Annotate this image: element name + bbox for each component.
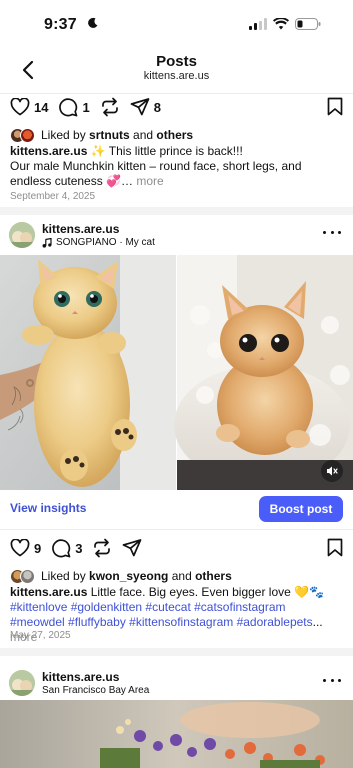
page-title: Posts (156, 53, 197, 70)
status-icons (249, 18, 321, 30)
avatar (20, 127, 35, 143)
cellular-signal-icon (249, 18, 267, 30)
moon-icon (88, 17, 98, 28)
post-audio[interactable]: SONGPIANO · My cat (42, 237, 155, 248)
posts-header: Posts kittens.are.us (0, 48, 353, 94)
liked-by-user[interactable]: srtnuts (89, 128, 130, 142)
post2-date: May 27, 2025 (10, 630, 71, 641)
post-divider (0, 207, 353, 215)
post2-media[interactable] (0, 255, 353, 490)
repost-button[interactable] (100, 97, 120, 117)
more-options-button[interactable] (323, 226, 341, 238)
liked-by-text: Liked by srtnuts and others (41, 128, 194, 142)
like-count: 14 (34, 99, 49, 115)
post-username[interactable]: kittens.are.us (42, 222, 119, 236)
mute-button[interactable] (321, 460, 343, 482)
avatar[interactable] (9, 670, 35, 696)
status-bar: 9:37 (0, 0, 353, 44)
repost-icon (94, 538, 111, 558)
comment-icon (59, 98, 78, 117)
share-count: 8 (153, 99, 161, 115)
status-time: 9:37 (44, 16, 77, 33)
avatar[interactable] (9, 222, 35, 248)
post-username[interactable]: kittens.are.us (42, 670, 119, 684)
share-button[interactable]: 8 (130, 97, 161, 117)
avatar (20, 568, 35, 584)
save-button[interactable] (327, 538, 343, 562)
post3-media[interactable] (0, 700, 353, 768)
heart-icon (10, 98, 30, 116)
liked-by-row: Liked by srtnuts and others (10, 126, 193, 144)
send-icon (130, 98, 150, 116)
post-location[interactable]: San Francisco Bay Area (42, 685, 149, 696)
post2-insights-row: View insights Boost post (0, 490, 353, 530)
like-count: 9 (34, 540, 42, 556)
post-divider (0, 648, 353, 656)
liked-by-row: Liked by kwon_syeong and others (10, 567, 232, 585)
liked-by-text: Liked by kwon_syeong and others (41, 569, 232, 583)
liked-by-others[interactable]: others (195, 569, 232, 583)
bookmark-icon (327, 538, 343, 557)
repost-button[interactable] (92, 538, 112, 558)
battery-icon (295, 18, 321, 30)
caption-more-link[interactable]: more (136, 174, 163, 188)
send-icon (123, 539, 142, 557)
music-note-icon (42, 237, 52, 248)
view-insights-link[interactable]: View insights (10, 501, 86, 515)
post1-date: September 4, 2025 (10, 191, 96, 202)
page-subtitle: kittens.are.us (143, 70, 210, 82)
post-image (0, 700, 353, 768)
post-image (0, 255, 353, 490)
caption-username[interactable]: kittens.are.us (10, 144, 87, 158)
comment-button[interactable]: 3 (51, 538, 82, 558)
share-button[interactable] (122, 538, 142, 558)
post2-action-row: 9 3 (10, 536, 343, 560)
boost-post-button[interactable]: Boost post (259, 496, 343, 522)
liked-by-user[interactable]: kwon_syeong (89, 569, 168, 583)
caption-hashtags[interactable]: #kittenlove #goldenkitten #cutecat #cats… (10, 600, 313, 629)
post1-caption: kittens.are.us ✨ This little prince is b… (10, 144, 302, 188)
more-options-button[interactable] (323, 674, 341, 686)
caption-username[interactable]: kittens.are.us (10, 585, 87, 599)
save-button[interactable] (327, 97, 343, 121)
comment-count: 1 (82, 99, 90, 115)
post1-action-row: 14 1 8 (10, 95, 343, 119)
like-button[interactable]: 14 (10, 98, 48, 116)
like-button[interactable]: 9 (10, 539, 41, 557)
liked-by-others[interactable]: others (156, 128, 193, 142)
liker-avatars (10, 127, 35, 143)
liker-avatars (10, 568, 35, 584)
bookmark-icon (327, 97, 343, 116)
comment-icon (52, 539, 71, 558)
repost-icon (101, 97, 118, 117)
heart-icon (10, 539, 30, 557)
comment-count: 3 (75, 540, 83, 556)
comment-button[interactable]: 1 (58, 97, 90, 117)
speaker-muted-icon (327, 466, 338, 476)
wifi-icon (273, 18, 289, 30)
